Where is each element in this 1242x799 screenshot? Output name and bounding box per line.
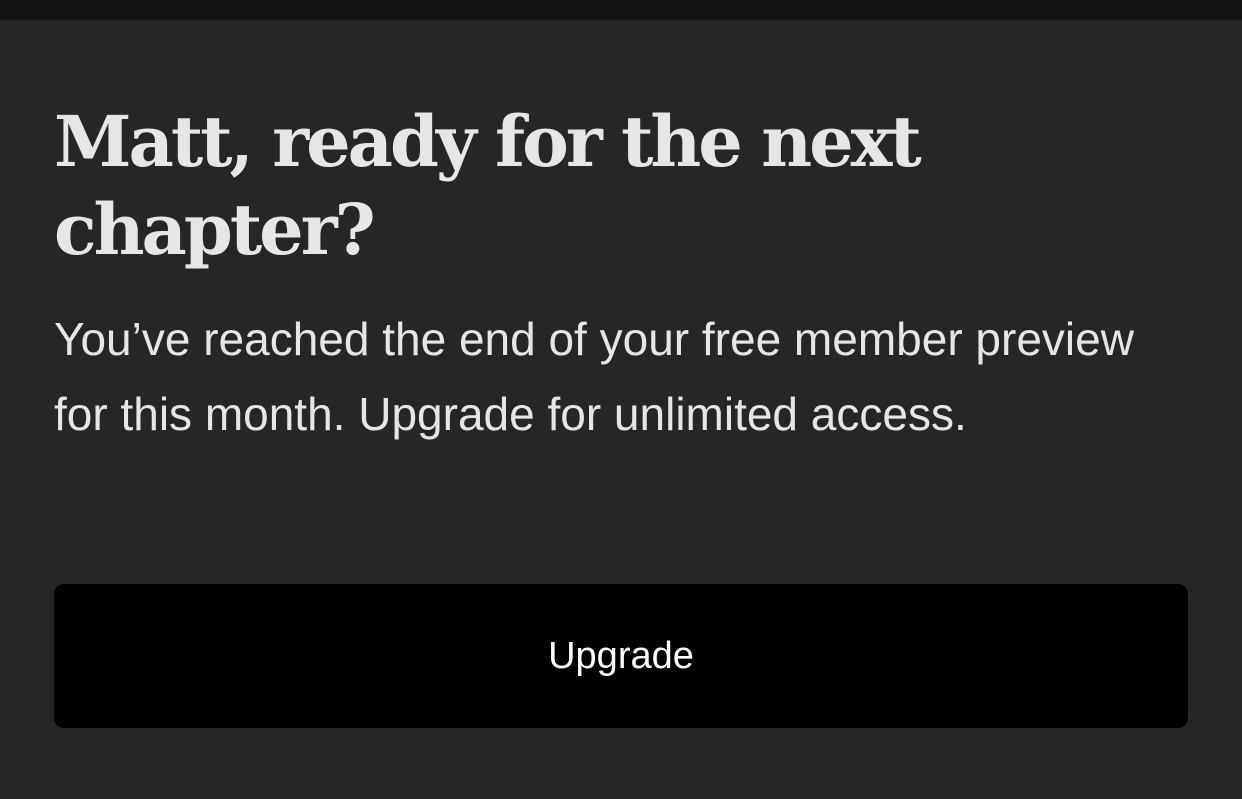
upgrade-button-label: Upgrade: [548, 634, 694, 677]
paywall-headline: Matt, ready for the next chapter?: [54, 100, 922, 271]
top-bar: [0, 0, 1242, 20]
upgrade-button[interactable]: Upgrade: [54, 584, 1188, 728]
paywall-card: Matt, ready for the next chapter? You’ve…: [0, 20, 1242, 799]
paywall-message: You’ve reached the end of your free memb…: [54, 313, 1134, 440]
